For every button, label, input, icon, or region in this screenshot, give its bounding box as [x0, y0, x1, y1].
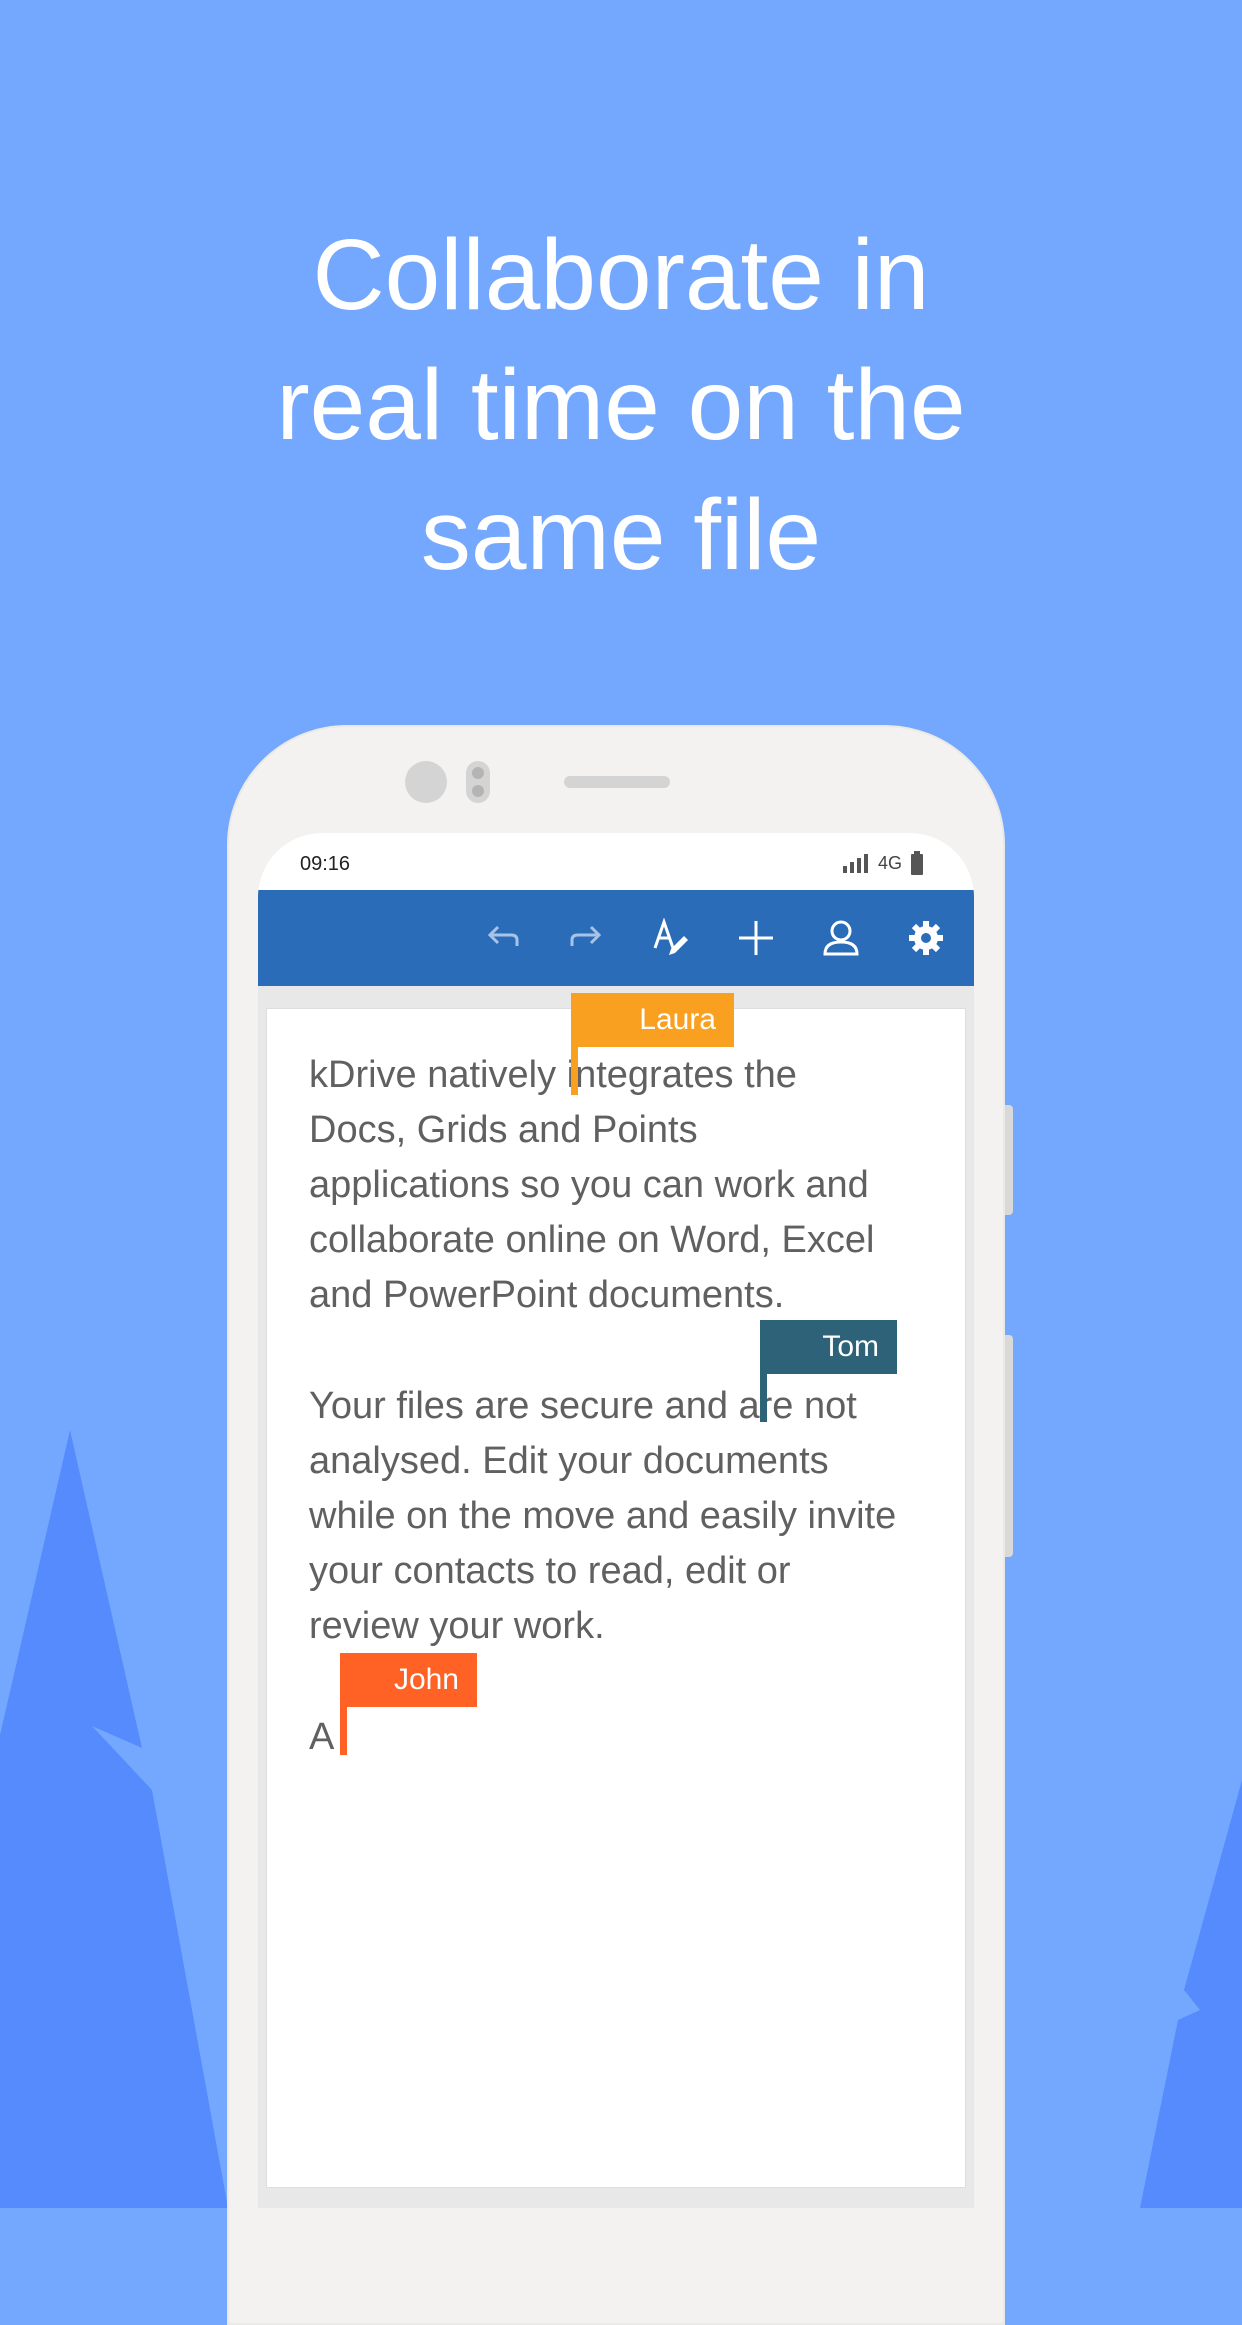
phone-side-button	[1005, 1105, 1013, 1215]
text-line: Your files are secure and are not	[309, 1385, 857, 1427]
document-paragraph-1: kDrive natively integrates the Docs, Gri…	[309, 1048, 949, 1323]
text-line: A	[309, 1716, 335, 1758]
collaborator-flag-tom: Tom	[760, 1320, 897, 1374]
phone-sensor	[466, 761, 490, 803]
text-line: applications so you can work and	[309, 1164, 869, 1206]
front-camera	[405, 761, 447, 803]
text-line: collaborate online on Word, Excel	[309, 1219, 875, 1261]
add-icon[interactable]	[736, 918, 776, 958]
headline-line-3: same file	[420, 479, 822, 591]
headline: Collaborate in real time on the same fil…	[0, 210, 1242, 600]
text-line: analysed. Edit your documents	[309, 1440, 829, 1482]
collaborator-cursor-john	[340, 1707, 347, 1755]
battery-icon	[911, 851, 923, 875]
text-line: Docs, Grids and Points	[309, 1109, 698, 1151]
network-type: 4G	[877, 852, 902, 873]
text-line: your contacts to read, edit or	[309, 1550, 791, 1592]
text-line: review your work.	[309, 1605, 605, 1647]
user-icon[interactable]	[821, 918, 861, 958]
collaborator-cursor-laura	[571, 1047, 578, 1095]
phone-speaker	[564, 776, 670, 788]
headline-line-1: Collaborate in	[312, 219, 930, 331]
status-indicators: 4G	[842, 851, 924, 875]
redo-icon[interactable]	[566, 918, 606, 958]
collaborator-flag-laura: Laura	[571, 993, 734, 1047]
collaborator-flag-john: John	[340, 1653, 477, 1707]
headline-line-2: real time on the	[276, 349, 966, 461]
phone-side-button	[1005, 1335, 1013, 1557]
status-bar: 09:16 4G	[258, 833, 974, 890]
text-line: while on the move and easily invite	[309, 1495, 897, 1537]
document-paragraph-3: A	[309, 1710, 949, 1765]
undo-icon[interactable]	[483, 918, 523, 958]
signal-icon	[842, 854, 868, 873]
text-line: kDrive natively integrates the	[309, 1054, 797, 1096]
document-paragraph-2: Your files are secure and are not analys…	[309, 1379, 949, 1654]
editor-toolbar	[258, 890, 974, 986]
collaborator-cursor-tom	[760, 1374, 767, 1422]
settings-icon[interactable]	[906, 918, 946, 958]
status-time: 09:16	[300, 853, 351, 875]
text-line: and PowerPoint documents.	[309, 1274, 785, 1316]
text-format-icon[interactable]	[651, 918, 691, 958]
